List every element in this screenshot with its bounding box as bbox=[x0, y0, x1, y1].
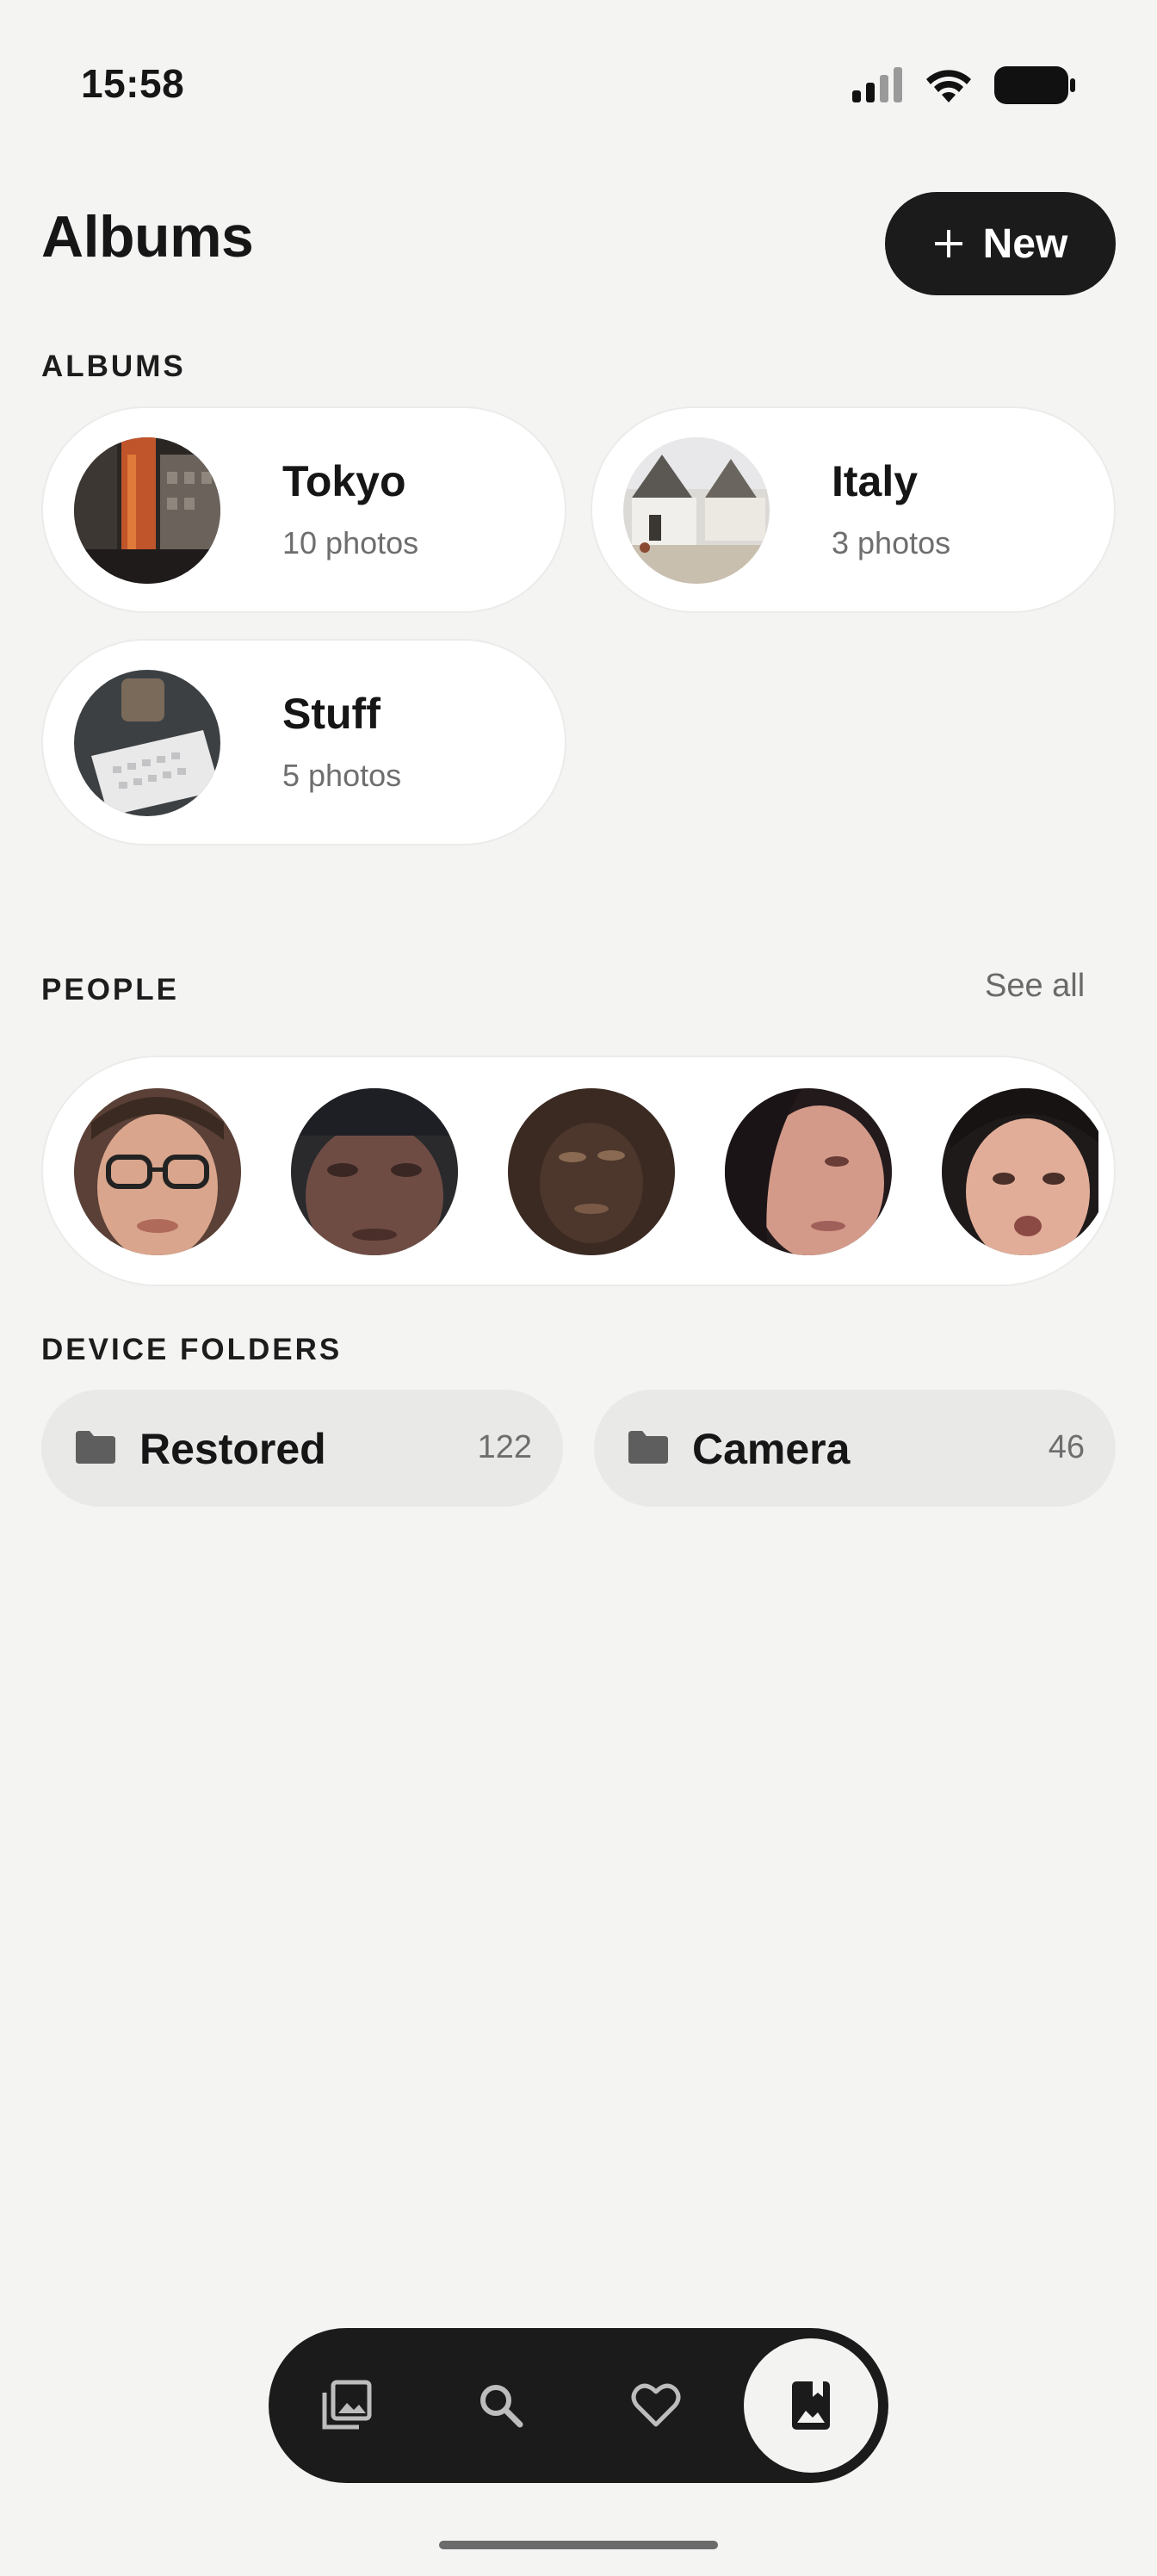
folder-chip-restored[interactable]: Restored 122 bbox=[41, 1390, 563, 1507]
folder-name: Camera bbox=[692, 1425, 851, 1473]
album-name: Italy bbox=[832, 457, 919, 505]
album-card-tokyo[interactable]: Tokyo 10 photos bbox=[41, 406, 566, 613]
folder-count: 46 bbox=[1048, 1429, 1085, 1465]
new-album-button[interactable]: New bbox=[885, 192, 1116, 295]
folder-count: 122 bbox=[477, 1429, 532, 1465]
album-count: 3 photos bbox=[832, 525, 951, 560]
folder-icon bbox=[76, 1431, 115, 1464]
cellular-signal-icon bbox=[852, 67, 902, 102]
person-avatar-1[interactable] bbox=[74, 1088, 241, 1255]
people-section-label: PEOPLE bbox=[41, 973, 179, 1006]
people-card bbox=[41, 1056, 1116, 1286]
album-count: 5 photos bbox=[282, 758, 402, 793]
home-indicator bbox=[439, 2541, 718, 2549]
status-icons bbox=[851, 64, 1076, 107]
person-avatar-4[interactable] bbox=[725, 1088, 892, 1255]
search-icon bbox=[480, 2385, 523, 2428]
albums-section-label: ALBUMS bbox=[41, 350, 186, 383]
album-thumb-italy bbox=[623, 437, 770, 584]
album-name: Tokyo bbox=[282, 457, 406, 505]
page-title: Albums bbox=[41, 204, 254, 269]
folder-icon bbox=[628, 1431, 668, 1464]
nav-albums-button[interactable] bbox=[744, 2338, 878, 2473]
nav-photos-button[interactable] bbox=[305, 2364, 387, 2447]
album-thumb-stuff bbox=[74, 670, 220, 816]
nav-favorites-button[interactable] bbox=[615, 2364, 697, 2447]
bottom-nav bbox=[269, 2328, 888, 2483]
photos-icon bbox=[322, 2380, 372, 2430]
people-strip bbox=[74, 1088, 1098, 1257]
heart-icon bbox=[631, 2383, 681, 2427]
status-bar: 15:58 bbox=[0, 0, 1157, 172]
person-avatar-5[interactable] bbox=[942, 1088, 1098, 1255]
device-folders-section-label: DEVICE FOLDERS bbox=[41, 1333, 343, 1366]
person-avatar-3[interactable] bbox=[508, 1088, 675, 1255]
see-all-people-link[interactable]: See all bbox=[985, 968, 1085, 1005]
battery-icon bbox=[994, 66, 1075, 104]
album-thumb-tokyo bbox=[74, 437, 220, 584]
person-avatar-2[interactable] bbox=[291, 1088, 458, 1255]
status-time: 15:58 bbox=[81, 61, 185, 106]
album-name: Stuff bbox=[282, 690, 381, 738]
wifi-icon bbox=[926, 70, 971, 102]
nav-search-button[interactable] bbox=[460, 2364, 542, 2447]
folder-name: Restored bbox=[139, 1425, 326, 1473]
folder-chip-camera[interactable]: Camera 46 bbox=[594, 1390, 1116, 1507]
album-card-italy[interactable]: Italy 3 photos bbox=[591, 406, 1116, 613]
album-count: 10 photos bbox=[282, 525, 419, 560]
plus-icon bbox=[934, 230, 962, 257]
album-card-stuff[interactable]: Stuff 5 photos bbox=[41, 639, 566, 845]
albums-icon bbox=[792, 2381, 830, 2430]
new-button-label: New bbox=[982, 220, 1068, 267]
